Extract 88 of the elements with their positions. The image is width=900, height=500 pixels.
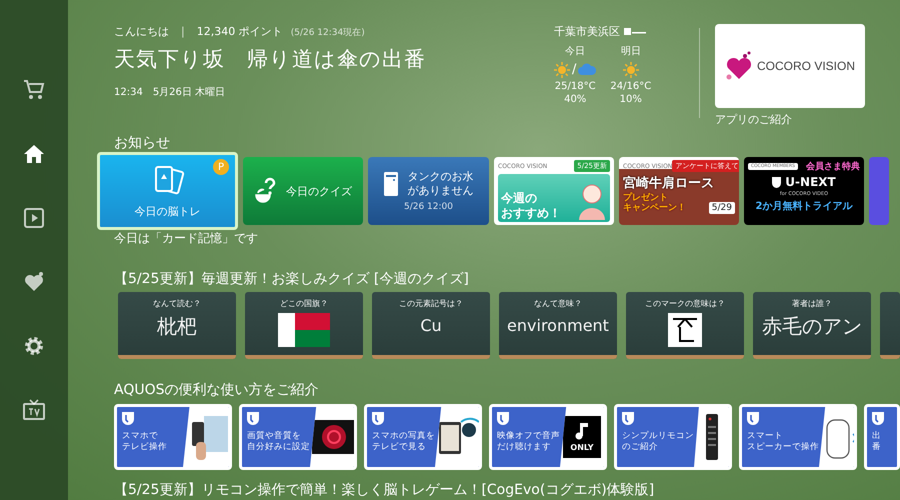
rain-chance: 10% — [620, 95, 642, 106]
sun-icon — [622, 62, 639, 78]
separator: | — [181, 25, 185, 38]
points: 12,340 ポイント — [196, 24, 283, 39]
separator: / — [572, 62, 576, 76]
offer-text: 2か月無料トライアル — [756, 200, 852, 213]
banner-subtitle: プレゼント キャンペーン！ — [623, 194, 686, 214]
tile-label: 今日のクイズ — [286, 184, 352, 198]
sun-icon — [554, 62, 570, 78]
quiz-question: なんて読む？ — [153, 298, 201, 309]
temperature: 25/18°C — [554, 82, 596, 92]
tile-label: 今日の脳トレ — [134, 204, 200, 218]
quiz-tile[interactable]: 今日のクイズ — [243, 157, 363, 225]
quiz-card[interactable]: なんて意味？ environment — [499, 292, 617, 359]
promo-caption: アプリのご紹介 — [715, 112, 793, 127]
temperature: 24/16°C — [610, 82, 652, 92]
tile-label: タンクのお水 がありません — [408, 170, 474, 198]
next-tile[interactable] — [869, 157, 889, 225]
cloud-icon — [578, 62, 596, 76]
guide-card[interactable]: スマホで テレビ操作 — [114, 404, 232, 470]
banner-title: 今週の おすすめ！ — [501, 191, 561, 220]
quiz-question: このマークの意味は？ — [645, 298, 725, 309]
quiz-card[interactable]: 著者は誰？ 赤毛のアン — [753, 292, 871, 359]
points-badge: P — [213, 159, 229, 175]
quiz-card[interactable]: このマークの意味は？ — [626, 292, 744, 359]
quiz-card[interactable] — [880, 292, 900, 359]
weather-location: 千葉市美浜区 — [554, 24, 620, 39]
humidifier-icon — [384, 172, 398, 196]
rain-chance: 40% — [564, 95, 586, 106]
quiz-question: どこの国旗？ — [280, 298, 328, 309]
person-silhouette-icon — [577, 182, 607, 220]
guide-card[interactable]: 画質や音質を 自分好みに設定 — [239, 404, 357, 470]
greeting: こんにちは — [114, 24, 169, 39]
guide-title: スマホの写真を テレビで見る — [372, 431, 435, 454]
shield-icon — [772, 176, 782, 188]
banner-title: U-NEXT — [785, 175, 836, 189]
shield-icon — [372, 412, 384, 425]
quiz-card[interactable]: この元素記号は？ Cu — [372, 292, 490, 359]
date-time: 12:34 5月26日 木曜日 — [114, 86, 226, 99]
quiz-question: なんて意味？ — [534, 298, 582, 309]
guide-card[interactable]: シンプルリモコン のご紹介 — [614, 404, 732, 470]
music-screen: ONLY — [563, 416, 601, 458]
quiz-answer: 赤毛のアン — [762, 313, 862, 340]
members-tag: 会員さま特典 — [806, 160, 860, 173]
guide-card[interactable]: スマート スピーカーで操作 — [739, 404, 857, 470]
weather-provider-icon — [624, 26, 646, 36]
quiz-card[interactable]: どこの国旗？ — [245, 292, 363, 359]
section-heading: 【5/25更新】毎週更新！お楽しみクイズ [今週のクイズ] — [114, 270, 470, 288]
quiz-answer: 枇杷 — [157, 313, 197, 340]
tile-time: 5/26 12:00 — [404, 202, 453, 212]
guide-card[interactable]: 映像オフで音声 だけ聴けます ONLY — [489, 404, 607, 470]
mark-symbol-icon — [668, 313, 702, 347]
section-heading: AQUOSの便利な使い方をご紹介 — [114, 381, 320, 399]
logo-card[interactable]: COCORO VISION — [715, 24, 865, 108]
guide-title: 出 番 — [872, 431, 882, 454]
section-heading: 【5/25更新】リモコン操作で簡単！楽しく脳トレゲーム！[CogEvo(コグエボ)体験版] — [114, 481, 656, 499]
shield-icon — [497, 412, 509, 425]
heart-logo-icon — [724, 51, 753, 81]
day-label: 今日 — [565, 47, 586, 58]
tile-caption: 今日は「カード記憶」です — [114, 230, 259, 246]
quiz-question: 著者は誰？ — [792, 298, 832, 309]
points-time: (5/26 12:34現在) — [290, 26, 365, 39]
guide-title: スマート スピーカーで操作 — [747, 431, 819, 454]
guide-title: 画質や音質を 自分好みに設定 — [247, 431, 310, 454]
logo-text: COCORO VISION — [756, 59, 855, 73]
quiz-answer: Cu — [420, 316, 442, 335]
headline: 天気下り坂 帰り道は傘の出番 — [114, 46, 427, 73]
guide-title: シンプルリモコン のご紹介 — [622, 431, 694, 454]
deadline-date: 5/29 — [708, 202, 735, 214]
quiz-answer: environment — [507, 316, 609, 335]
music-note-icon — [575, 422, 589, 440]
banner-title: 宮崎牛肩ロース — [623, 174, 715, 192]
guide-card[interactable]: 出 番 — [864, 404, 900, 470]
day-label: 明日 — [620, 47, 641, 58]
shield-icon — [872, 412, 884, 425]
quiz-question: この元素記号は？ — [399, 298, 463, 309]
section-heading: お知らせ — [114, 134, 171, 152]
shield-icon — [622, 412, 634, 425]
flag-icon — [278, 313, 330, 347]
shield-icon — [122, 412, 134, 425]
guide-title: スマホで テレビ操作 — [122, 431, 167, 454]
shield-icon — [247, 412, 259, 425]
water-tank-tile[interactable]: タンクのお水 がありません 5/26 12:00 — [368, 157, 489, 225]
guide-title: 映像オフで音声 だけ聴けます — [497, 431, 560, 454]
quiz-card[interactable]: なんて読む？ 枇杷 — [118, 292, 236, 359]
shield-icon — [747, 412, 759, 425]
guide-card[interactable]: スマホの写真を テレビで見る — [364, 404, 482, 470]
remote-control-icon — [706, 414, 718, 460]
